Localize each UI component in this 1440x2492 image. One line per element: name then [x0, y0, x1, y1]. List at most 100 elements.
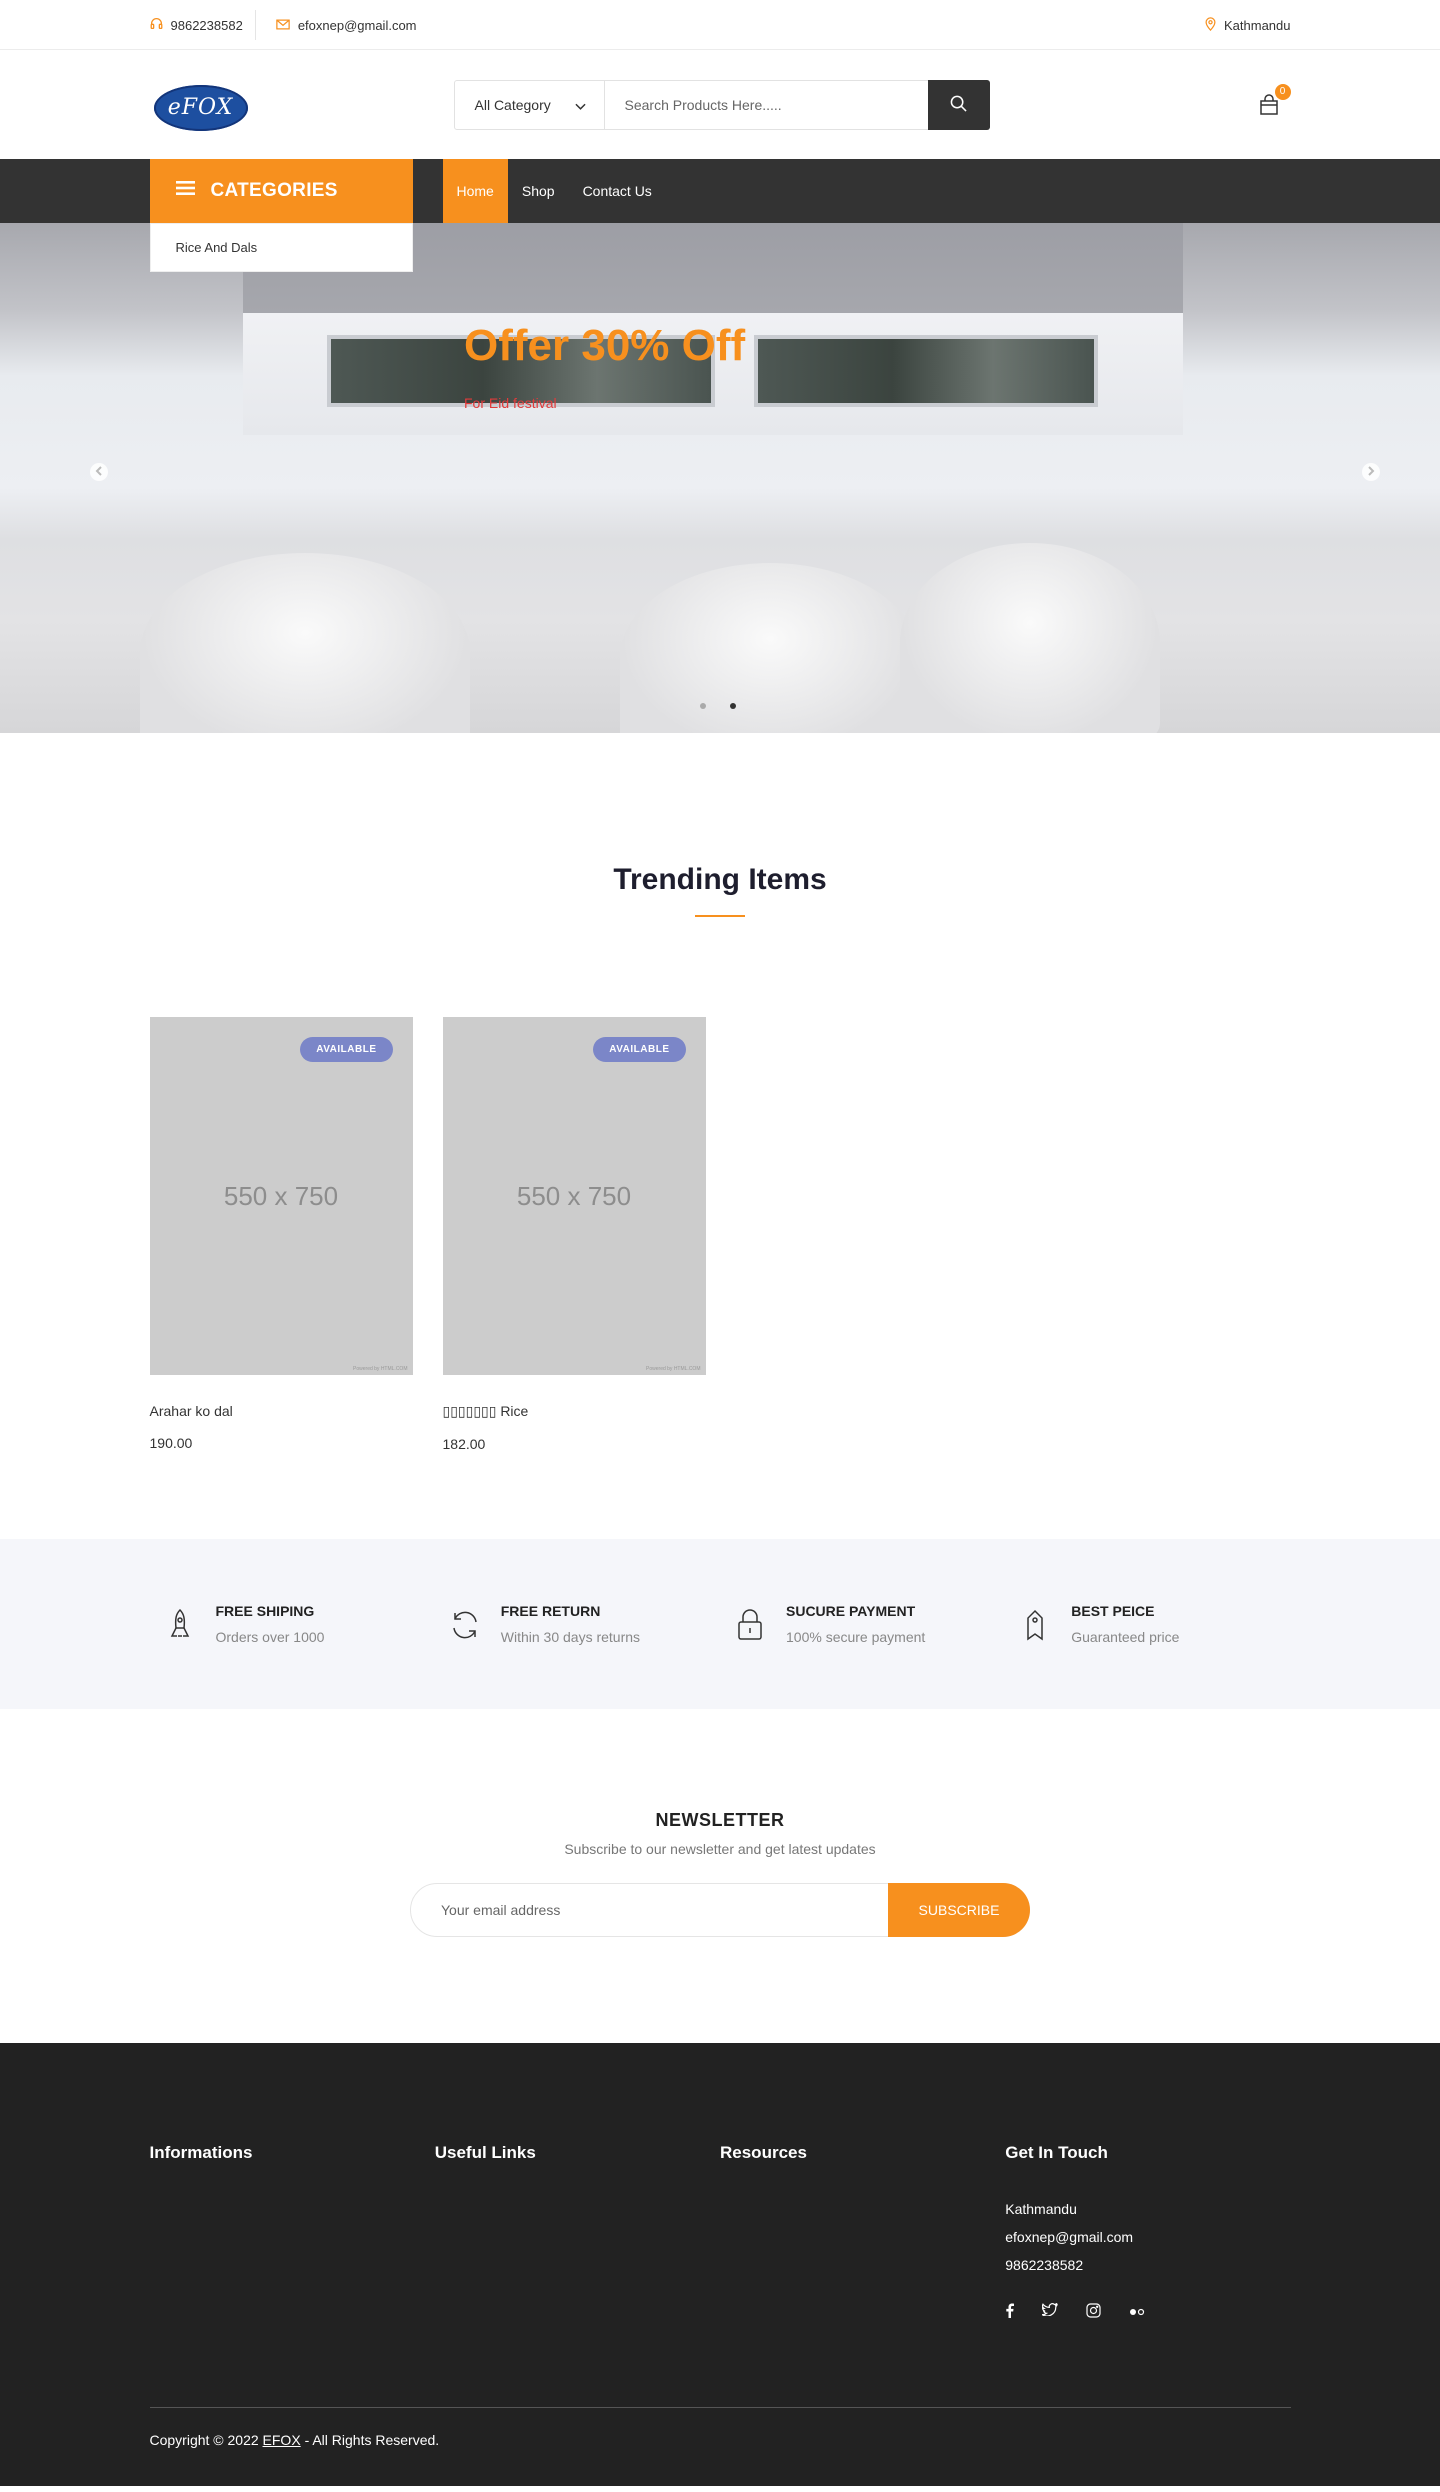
categories-button[interactable]: CATEGORIES Rice And Dals — [149, 159, 413, 272]
header: eFOX All Category 0 — [0, 50, 1440, 159]
availability-badge: AVAILABLE — [593, 1037, 686, 1062]
product-image[interactable]: 550 x 750 AVAILABLE Powered by HTML.COM — [149, 1017, 413, 1375]
slider-dot-active[interactable] — [730, 703, 736, 709]
footer-location: Kathmandu — [1005, 2201, 1077, 2217]
product-image-placeholder-text: 550 x 750 — [516, 1180, 632, 1211]
product-price: 190.00 — [149, 1435, 193, 1451]
footer-col-informations: Informations — [150, 2143, 435, 2321]
email-text: efoxnep@gmail.com — [297, 17, 417, 33]
feature-return: FREE RETURN Within 30 days returns — [435, 1603, 720, 1645]
menu-icon — [175, 180, 195, 202]
feature-title: FREE RETURN — [500, 1603, 601, 1619]
feature-subtitle: Within 30 days returns — [500, 1629, 641, 1645]
chevron-down-icon — [574, 97, 586, 113]
hero-bg-pillow — [900, 543, 1160, 733]
product-card[interactable]: 550 x 750 AVAILABLE Powered by HTML.COM … — [442, 1017, 706, 1452]
categories-dropdown: Rice And Dals — [149, 223, 413, 272]
cart-button[interactable]: 0 — [1259, 83, 1291, 116]
features-strip: FREE SHIPING Orders over 1000 FREE RETUR… — [0, 1539, 1440, 1709]
category-select[interactable]: All Category — [455, 80, 605, 129]
category-item-rice-and-dals[interactable]: Rice And Dals — [176, 240, 387, 255]
footer-col-get-in-touch: Get In Touch Kathmandu efoxnep@gmail.com… — [1005, 2143, 1290, 2321]
footer-col-resources: Resources — [720, 2143, 1005, 2321]
topbar-email[interactable]: efoxnep@gmail.com — [256, 18, 417, 33]
slider-dot[interactable] — [700, 703, 706, 709]
instagram-icon[interactable] — [1086, 2303, 1101, 2321]
availability-badge: AVAILABLE — [300, 1037, 393, 1062]
hero-bg-pane — [754, 335, 1098, 407]
product-image[interactable]: 550 x 750 AVAILABLE Powered by HTML.COM — [442, 1017, 706, 1375]
product-name[interactable]: Arahar ko dal — [150, 1403, 413, 1419]
search-button[interactable] — [927, 79, 990, 130]
footer-col-useful-links: Useful Links — [435, 2143, 720, 2321]
flickr-icon[interactable] — [1129, 2303, 1145, 2321]
title-underline — [695, 915, 745, 917]
footer-email[interactable]: efoxnep@gmail.com — [1005, 2223, 1290, 2251]
footer-heading: Useful Links — [434, 2143, 536, 2162]
feature-title: FREE SHIPING — [215, 1603, 315, 1619]
subscribe-button[interactable]: SUBSCRIBE — [888, 1883, 1030, 1937]
placeholder-watermark: Powered by HTML.COM — [353, 1366, 408, 1372]
footer-heading: Informations — [149, 2143, 253, 2162]
site-logo[interactable]: eFOX — [153, 84, 248, 131]
product-price: 182.00 — [442, 1436, 486, 1452]
newsletter-email-input[interactable] — [411, 1884, 888, 1936]
copyright-bar: Copyright © 2022 EFOX - All Rights Reser… — [149, 2407, 1291, 2448]
newsletter-title: NEWSLETTER — [655, 1810, 785, 1830]
chevron-left-icon — [95, 465, 103, 479]
product-name[interactable]: ▯▯▯▯▯▯▯ Rice — [443, 1403, 706, 1420]
footer-heading: Get In Touch — [1005, 2143, 1108, 2162]
slider-prev-button[interactable] — [90, 463, 108, 481]
footer-phone[interactable]: 9862238582 — [1005, 2251, 1290, 2279]
product-grid: 550 x 750 AVAILABLE Powered by HTML.COM … — [149, 1017, 1291, 1452]
location-text: Kathmandu — [1224, 17, 1291, 33]
feature-title: BEST PEICE — [1071, 1603, 1155, 1619]
feature-subtitle: Guaranteed price — [1071, 1629, 1180, 1645]
search-icon — [950, 95, 967, 115]
twitter-icon[interactable] — [1042, 2302, 1059, 2321]
hero-bg-pillow — [620, 563, 920, 733]
feature-secure-payment: SUCURE PAYMENT 100% secure payment — [720, 1603, 1005, 1645]
search-bar: All Category — [453, 79, 990, 130]
brand-link[interactable]: EFOX — [263, 2432, 301, 2448]
slider-dots — [700, 703, 736, 709]
nav-contact[interactable]: Contact Us — [569, 159, 666, 223]
feature-subtitle: Orders over 1000 — [215, 1629, 325, 1645]
product-card[interactable]: 550 x 750 AVAILABLE Powered by HTML.COM … — [149, 1017, 413, 1452]
copyright-suffix: - All Rights Reserved. — [304, 2432, 440, 2448]
placeholder-watermark: Powered by HTML.COM — [646, 1366, 701, 1372]
hero-subtitle: For Eid festival — [464, 395, 557, 411]
slider-next-button[interactable] — [1362, 463, 1380, 481]
rocket-icon — [164, 1605, 196, 1645]
category-select-value: All Category — [474, 96, 551, 113]
newsletter-subtitle: Subscribe to our newsletter and get late… — [564, 1841, 876, 1857]
refresh-icon — [449, 1605, 481, 1645]
copyright-prefix: Copyright © 2022 — [149, 2432, 259, 2448]
cart-count-badge: 0 — [1274, 83, 1291, 100]
topbar-phone[interactable]: 9862238582 — [150, 10, 256, 40]
lock-icon — [734, 1605, 766, 1645]
tag-icon — [1019, 1605, 1051, 1645]
facebook-icon[interactable] — [1005, 2303, 1015, 2321]
chevron-right-icon — [1367, 465, 1375, 479]
topbar-location: Kathmandu — [1205, 16, 1291, 34]
nav-shop[interactable]: Shop — [508, 159, 569, 223]
feature-shipping: FREE SHIPING Orders over 1000 — [150, 1603, 435, 1645]
envelope-icon — [276, 18, 290, 33]
feature-title: SUCURE PAYMENT — [786, 1603, 916, 1619]
trending-section: Trending Items 550 x 750 AVAILABLE Power… — [0, 733, 1440, 1539]
hero-title: Offer 30% Off — [464, 321, 746, 370]
footer-heading: Resources — [720, 2143, 807, 2162]
map-pin-icon — [1205, 16, 1216, 34]
nav-home[interactable]: Home — [442, 159, 508, 223]
social-links — [1005, 2302, 1290, 2321]
hero-slider: Offer 30% Off For Eid festival — [0, 223, 1440, 733]
product-image-placeholder-text: 550 x 750 — [223, 1180, 339, 1211]
main-nav: CATEGORIES Rice And Dals Home Shop Conta… — [0, 159, 1440, 272]
categories-label: CATEGORIES — [210, 180, 338, 201]
hero-bg-pillow — [140, 553, 470, 733]
feature-best-price: BEST PEICE Guaranteed price — [1005, 1603, 1290, 1645]
nav-links: Home Shop Contact Us — [442, 159, 666, 223]
footer: Informations Useful Links Resources Get … — [0, 2043, 1440, 2486]
search-input[interactable] — [604, 80, 928, 129]
